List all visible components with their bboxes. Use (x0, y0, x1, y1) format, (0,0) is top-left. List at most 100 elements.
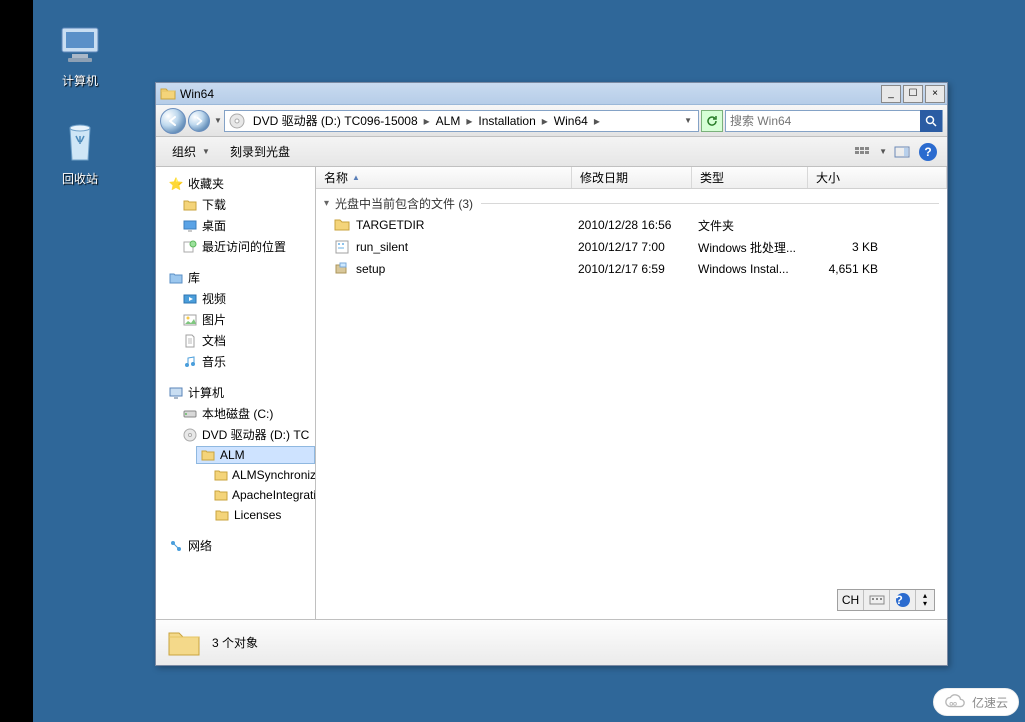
recycle-bin-icon (56, 118, 104, 166)
folder-icon (160, 86, 176, 102)
tree-pictures[interactable]: 图片 (178, 310, 315, 329)
search-box[interactable] (725, 110, 943, 132)
tree-videos[interactable]: 视频 (178, 289, 315, 308)
file-pane: 名称▲ 修改日期 类型 大小 ▾ 光盘中当前包含的文件 (3) TARGETDI… (316, 167, 947, 619)
watermark: 亿速云 (933, 688, 1019, 716)
chevron-right-icon[interactable]: ▸ (422, 114, 432, 128)
tree-folder-licenses[interactable]: Licenses (210, 506, 315, 524)
ime-options-button[interactable]: ▴▾ (916, 590, 934, 610)
file-date: 2010/12/17 7:00 (578, 240, 698, 254)
help-button[interactable]: ? (917, 141, 939, 163)
file-row[interactable]: TARGETDIR 2010/12/28 16:56 文件夹 (316, 214, 947, 236)
column-size[interactable]: 大小 (808, 167, 947, 188)
folder-icon (214, 487, 228, 503)
address-bar[interactable]: DVD 驱动器 (D:) TC096-15008 ▸ ALM ▸ Install… (224, 110, 699, 132)
titlebar[interactable]: Win64 _ ☐ × (156, 83, 947, 105)
tree-favorites[interactable]: ⭐收藏夹 (164, 174, 315, 193)
refresh-button[interactable] (701, 110, 723, 132)
tree-libraries[interactable]: 库 (164, 268, 315, 287)
tree-downloads[interactable]: 下载 (178, 195, 315, 214)
tree-documents[interactable]: 文档 (178, 331, 315, 350)
disc-icon (182, 427, 198, 443)
file-type: Windows 批处理... (698, 239, 814, 256)
nav-bar: ▼ DVD 驱动器 (D:) TC096-15008 ▸ ALM ▸ Insta… (156, 105, 947, 137)
hdd-icon (182, 406, 198, 422)
tree-recent[interactable]: 最近访问的位置 (178, 237, 315, 256)
file-size: 3 KB (814, 240, 894, 254)
search-button[interactable] (920, 110, 942, 132)
music-icon (182, 354, 198, 370)
tree-desktop[interactable]: 桌面 (178, 216, 315, 235)
file-name: setup (356, 262, 385, 276)
file-group-header[interactable]: ▾ 光盘中当前包含的文件 (3) (316, 193, 947, 214)
tree-drive-d[interactable]: DVD 驱动器 (D:) TC (178, 425, 315, 444)
tree-drive-c[interactable]: 本地磁盘 (C:) (178, 404, 315, 423)
column-type[interactable]: 类型 (692, 167, 808, 188)
cloud-icon (944, 691, 966, 713)
preview-pane-button[interactable] (891, 141, 913, 163)
close-button[interactable]: × (925, 85, 945, 103)
desktop-icon-label: 回收站 (40, 170, 120, 187)
breadcrumb-root[interactable]: DVD 驱动器 (D:) TC096-15008 (249, 112, 422, 129)
msi-file-icon (334, 261, 350, 277)
watermark-text: 亿速云 (972, 694, 1008, 711)
computer-icon (168, 385, 184, 401)
folder-icon (182, 197, 198, 213)
nav-tree: ⭐收藏夹 下载 桌面 最近访问的位置 库 视频 图片 文档 音乐 计算机 本地磁… (156, 167, 316, 619)
address-history-dropdown[interactable]: ▼ (684, 116, 692, 125)
file-type: Windows Instal... (698, 262, 814, 276)
column-modified[interactable]: 修改日期 (572, 167, 692, 188)
file-row[interactable]: run_silent 2010/12/17 7:00 Windows 批处理..… (316, 236, 947, 258)
recent-icon (182, 239, 198, 255)
tree-music[interactable]: 音乐 (178, 352, 315, 371)
file-name: run_silent (356, 240, 408, 254)
file-date: 2010/12/17 6:59 (578, 262, 698, 276)
status-text: 3 个对象 (212, 634, 258, 651)
ime-keyboard-button[interactable] (864, 590, 890, 610)
computer-icon (56, 20, 104, 68)
desktop-icon-recycle[interactable]: 回收站 (40, 118, 120, 187)
ime-toolbar[interactable]: CH ? ▴▾ (837, 589, 935, 611)
folder-icon (334, 217, 350, 233)
back-button[interactable] (160, 108, 186, 134)
file-type: 文件夹 (698, 217, 814, 234)
toolbar: 组织 ▼ 刻录到光盘 ▼ ? (156, 137, 947, 167)
tree-computer[interactable]: 计算机 (164, 383, 315, 402)
window-title: Win64 (180, 87, 881, 101)
desktop-icon-computer[interactable]: 计算机 (40, 20, 120, 89)
tree-network[interactable]: 网络 (164, 536, 315, 555)
column-name[interactable]: 名称▲ (316, 167, 572, 188)
breadcrumb-alm[interactable]: ALM (432, 114, 465, 128)
burn-label: 刻录到光盘 (230, 143, 290, 160)
minimize-button[interactable]: _ (881, 85, 901, 103)
folder-icon (214, 467, 228, 483)
file-group-label: 光盘中当前包含的文件 (3) (335, 195, 473, 212)
library-icon (168, 270, 184, 286)
sort-asc-icon: ▲ (352, 173, 360, 182)
folder-icon (214, 507, 230, 523)
forward-button[interactable] (188, 110, 210, 132)
chevron-down-icon[interactable]: ▼ (879, 147, 887, 156)
ime-ch-button[interactable]: CH (838, 590, 864, 610)
search-input[interactable] (726, 111, 920, 131)
chevron-right-icon[interactable]: ▸ (592, 114, 602, 128)
organize-button[interactable]: 组织 ▼ (164, 141, 218, 162)
explorer-window: Win64 _ ☐ × ▼ DVD 驱动器 (D:) TC096-15008 ▸ (155, 82, 948, 666)
burn-button[interactable]: 刻录到光盘 (222, 141, 298, 162)
ime-help-button[interactable]: ? (890, 590, 916, 610)
file-row[interactable]: setup 2010/12/17 6:59 Windows Instal... … (316, 258, 947, 280)
file-size: 4,651 KB (814, 262, 894, 276)
chevron-right-icon[interactable]: ▸ (540, 114, 550, 128)
history-dropdown[interactable]: ▼ (214, 116, 222, 125)
tree-folder-almsync[interactable]: ALMSynchronizer (210, 466, 315, 484)
tree-folder-alm[interactable]: ALM (196, 446, 315, 464)
column-headers: 名称▲ 修改日期 类型 大小 (316, 167, 947, 189)
maximize-button[interactable]: ☐ (903, 85, 923, 103)
breadcrumb-installation[interactable]: Installation (474, 114, 539, 128)
view-options-button[interactable] (851, 141, 873, 163)
folder-icon (200, 447, 216, 463)
video-icon (182, 291, 198, 307)
tree-folder-apache[interactable]: ApacheIntegratio (210, 486, 315, 504)
breadcrumb-win64[interactable]: Win64 (550, 114, 592, 128)
chevron-right-icon[interactable]: ▸ (464, 114, 474, 128)
